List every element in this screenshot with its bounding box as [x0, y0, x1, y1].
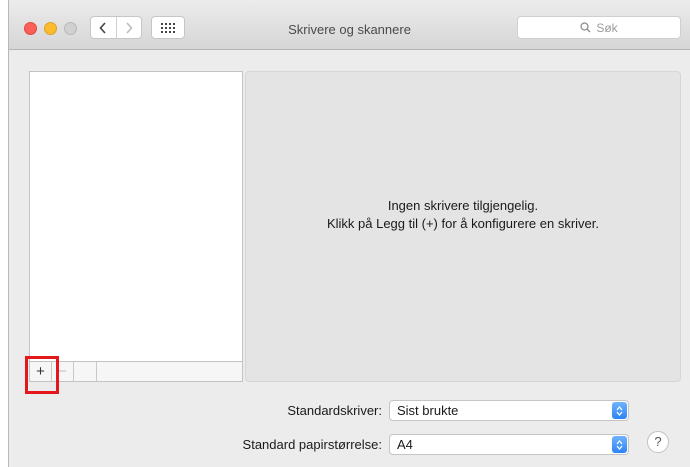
paper-size-label: Standard papirstørrelse: [242, 437, 382, 452]
paper-size-popup[interactable]: A4 [389, 434, 629, 455]
search-icon [580, 22, 591, 33]
search-field[interactable]: Søk [517, 16, 681, 39]
popup-arrows-icon [612, 436, 627, 453]
paper-size-value: A4 [397, 437, 413, 452]
printer-detail-panel: Ingen skrivere tilgjengelig. Klikk på Le… [245, 71, 681, 382]
no-printers-text: Ingen skrivere tilgjengelig. [387, 198, 539, 213]
printer-list-toolbar: + − [29, 362, 243, 382]
default-printer-value: Sist brukte [397, 403, 459, 418]
default-printer-popup[interactable]: Sist brukte [389, 400, 629, 421]
default-printer-label: Standardskriver: [287, 403, 382, 418]
popup-arrows-icon [612, 402, 627, 419]
search-placeholder: Søk [596, 20, 618, 35]
add-button-highlight [25, 356, 59, 394]
printers-window: Skrivere og skannere Søk + − Ingen skriv… [8, 0, 690, 467]
help-button[interactable]: ? [647, 431, 669, 453]
add-printer-hint: Klikk på Legg til (+) for å konfigurere … [326, 216, 600, 231]
printer-list[interactable] [29, 71, 243, 362]
empty-state-message: Ingen skrivere tilgjengelig. Klikk på Le… [246, 197, 680, 233]
toolbar-spacer [74, 362, 97, 381]
title-bar: Skrivere og skannere Søk [9, 0, 690, 50]
